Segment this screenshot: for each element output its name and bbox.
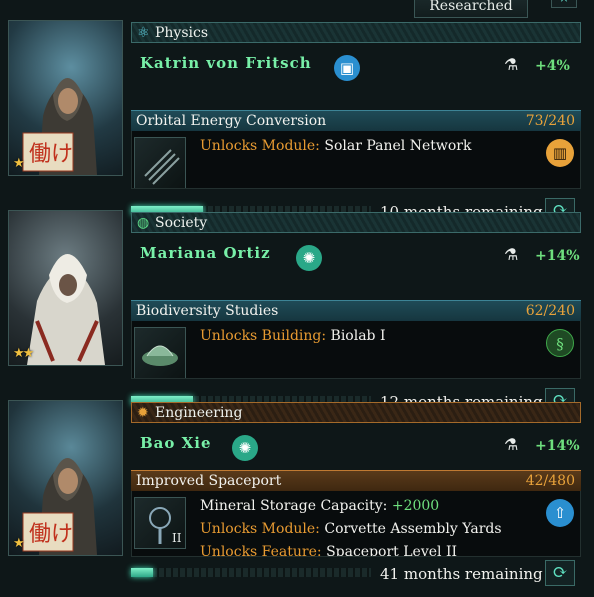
- scientist-figure: 働け: [22, 78, 97, 175]
- lightbulb-icon[interactable]: ✺: [296, 245, 322, 271]
- scientist-portrait: 働け ★: [8, 400, 123, 556]
- scientist-portrait: ★★: [8, 210, 123, 366]
- effect-value: Spaceport Level II: [326, 544, 458, 557]
- project-description: Unlocks Building: Biolab I §: [131, 321, 581, 379]
- scientist-name[interactable]: Katrin von Fritsch: [140, 53, 312, 73]
- effect-line: Unlocks Feature: Spaceport Level II: [200, 541, 502, 557]
- rocket-icon: ⇧: [546, 499, 574, 527]
- project-thumbnail: [134, 327, 186, 378]
- project-title: Improved Spaceport: [136, 473, 282, 489]
- effect-value: Solar Panel Network: [324, 138, 472, 154]
- project-description: Unlocks Module: Solar Panel Network ▥: [131, 131, 581, 189]
- scientist-rank-stars: ★: [13, 156, 25, 171]
- effect-value: Biolab I: [330, 328, 386, 344]
- effect-label: Unlocks Feature:: [200, 544, 322, 557]
- category-bar: ✹ Engineering: [131, 402, 581, 423]
- project-title-bar[interactable]: Orbital Energy Conversion 73/240: [131, 110, 581, 131]
- effect-line: Mineral Storage Capacity: +2000: [200, 495, 502, 518]
- effect-label: Mineral Storage Capacity:: [200, 498, 388, 514]
- project-thumbnail: [134, 137, 186, 188]
- lightbulb-icon[interactable]: ✺: [232, 435, 258, 461]
- effect-label: Unlocks Building:: [200, 328, 327, 344]
- project-title: Orbital Energy Conversion: [136, 113, 327, 129]
- svg-text:働け: 働け: [29, 142, 73, 167]
- effect-line: Unlocks Module: Corvette Assembly Yards: [200, 518, 502, 541]
- project-title-bar[interactable]: Improved Spaceport 42/480: [131, 470, 581, 491]
- project-title: Biodiversity Studies: [136, 303, 279, 319]
- globe-icon: ◍: [137, 215, 150, 231]
- tab-researched[interactable]: Researched: [414, 0, 528, 18]
- research-speed-icon: ⚗: [504, 245, 519, 264]
- category-bar: ◍ Society: [131, 212, 581, 233]
- research-bonus: +14%: [535, 438, 580, 454]
- research-bonus: +14%: [535, 248, 580, 264]
- research-progress-fill: [131, 568, 153, 577]
- scientist-figure: [27, 254, 105, 365]
- research-speed-icon: ⚗: [504, 55, 519, 74]
- project-description: II Mineral Storage Capacity: +2000 Unloc…: [131, 491, 581, 557]
- time-remaining: 41 months remaining: [380, 565, 543, 583]
- category-label: Society: [155, 215, 208, 231]
- category-label: Engineering: [155, 405, 243, 421]
- project-title-bar[interactable]: Biodiversity Studies 62/240: [131, 300, 581, 321]
- effect-value: Corvette Assembly Yards: [324, 521, 502, 537]
- thumbnail-tier-badge: II: [172, 531, 182, 545]
- project-progress-count: 42/480: [525, 473, 575, 489]
- effect-line: Unlocks Building: Biolab I: [200, 325, 386, 348]
- close-button[interactable]: ×: [551, 0, 577, 8]
- project-thumbnail: II: [134, 497, 186, 549]
- gear-icon: ✹: [137, 405, 149, 421]
- research-card-engineering: 働け ★ ✹ Engineering Bao Xie ✺ ⚗ +14% Impr…: [0, 400, 594, 590]
- category-label: Physics: [155, 25, 209, 41]
- effect-label: Unlocks Module:: [200, 521, 320, 537]
- project-progress-count: 73/240: [525, 113, 575, 129]
- dna-icon: §: [546, 329, 574, 357]
- svg-text:働け: 働け: [29, 522, 73, 547]
- scientist-name[interactable]: Mariana Ortiz: [140, 243, 271, 263]
- scientist-name[interactable]: Bao Xie: [140, 433, 212, 453]
- change-research-button[interactable]: ⟳: [545, 560, 575, 586]
- effect-label: Unlocks Module:: [200, 138, 320, 154]
- research-progress-bar: [131, 568, 371, 577]
- project-progress-count: 62/240: [525, 303, 575, 319]
- scientist-figure: 働け: [22, 458, 97, 555]
- research-card-society: ★★ ◍ Society Mariana Ortiz ✺ ⚗ +14% Biod…: [0, 210, 594, 414]
- factory-icon: ▥: [546, 139, 574, 167]
- research-bonus: +4%: [535, 58, 570, 74]
- scientist-rank-stars: ★: [13, 536, 25, 551]
- research-card-physics: 働け ★ ⚛ Physics Katrin von Fritsch ▣ ⚗ +4…: [0, 20, 594, 224]
- effect-value: +2000: [391, 498, 440, 514]
- atom-icon: ⚛: [137, 25, 150, 41]
- effect-line: Unlocks Module: Solar Panel Network: [200, 135, 471, 158]
- scientist-rank-stars: ★★: [13, 346, 34, 361]
- computer-icon[interactable]: ▣: [334, 55, 360, 81]
- category-bar: ⚛ Physics: [131, 22, 581, 43]
- research-speed-icon: ⚗: [504, 435, 519, 454]
- scientist-portrait: 働け ★: [8, 20, 123, 176]
